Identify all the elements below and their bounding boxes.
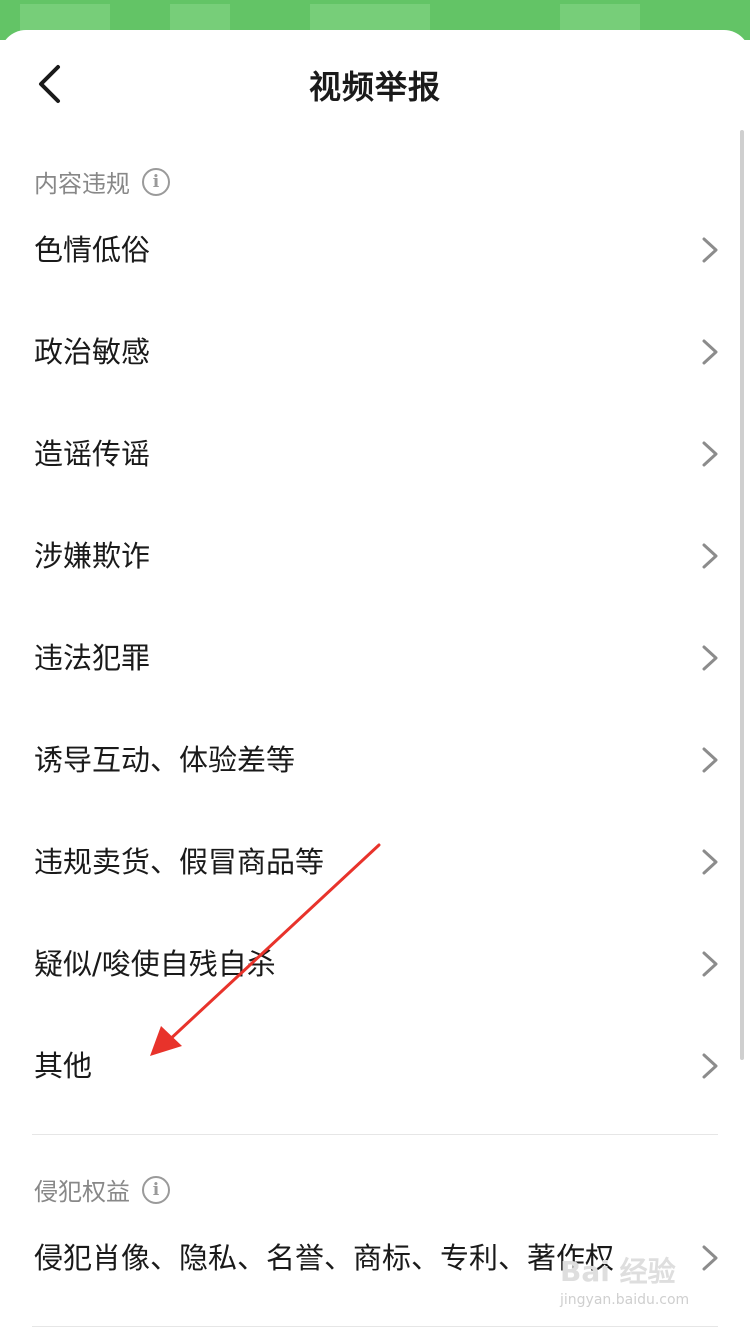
list-item-other[interactable]: 其他 [0, 1015, 750, 1117]
list-item-label: 色情低俗 [34, 233, 151, 267]
list-item[interactable]: 造谣传谣 [0, 403, 750, 505]
chevron-right-icon [702, 543, 718, 569]
watermark: Bai 经验 jingyan.baidu.com [560, 1250, 710, 1320]
section-divider [32, 1326, 718, 1327]
chevron-right-icon [702, 441, 718, 467]
list-item-label: 涉嫌欺诈 [34, 539, 151, 573]
list-item-label: 政治敏感 [34, 335, 151, 369]
chevron-right-icon [702, 849, 718, 875]
chevron-right-icon [702, 645, 718, 671]
list-item-label: 其他 [34, 1049, 93, 1083]
nav-bar: 视频举报 [0, 44, 750, 128]
list-item-label: 诱导互动、体验差等 [34, 743, 296, 777]
list-item-label: 违法犯罪 [34, 641, 151, 675]
list-item[interactable]: 诱导互动、体验差等 [0, 709, 750, 811]
chevron-right-icon [702, 1053, 718, 1079]
list-item-label: 违规卖货、假冒商品等 [34, 845, 325, 879]
info-icon[interactable]: i [142, 167, 170, 196]
page-title: 视频举报 [308, 68, 441, 106]
watermark-logo: Bai 经验 [560, 1255, 676, 1288]
list-item-label: 疑似/唆使自残自杀 [34, 947, 276, 981]
watermark-url: jingyan.baidu.com [560, 1292, 690, 1308]
section-header-content-violation: 内容违规 i [34, 164, 170, 199]
chevron-right-icon [702, 237, 718, 263]
chevron-right-icon [702, 747, 718, 773]
section-title: 内容违规 [34, 170, 130, 198]
list-item[interactable]: 政治敏感 [0, 301, 750, 403]
list-item-label: 侵犯肖像、隐私、名誉、商标、专利、著作权 [34, 1241, 615, 1275]
list-item[interactable]: 违规卖货、假冒商品等 [0, 811, 750, 913]
list-item[interactable]: 违法犯罪 [0, 607, 750, 709]
list-item[interactable]: 色情低俗 [0, 199, 750, 301]
section-divider [32, 1134, 718, 1135]
list-item[interactable]: 疑似/唆使自残自杀 [0, 913, 750, 1015]
list-item[interactable]: 涉嫌欺诈 [0, 505, 750, 607]
chevron-right-icon [702, 339, 718, 365]
section-header-rights-infringement: 侵犯权益 i [34, 1172, 170, 1207]
info-icon[interactable]: i [142, 1175, 170, 1204]
section-title: 侵犯权益 [34, 1178, 130, 1206]
chevron-right-icon [702, 951, 718, 977]
list-item-label: 造谣传谣 [34, 437, 151, 471]
